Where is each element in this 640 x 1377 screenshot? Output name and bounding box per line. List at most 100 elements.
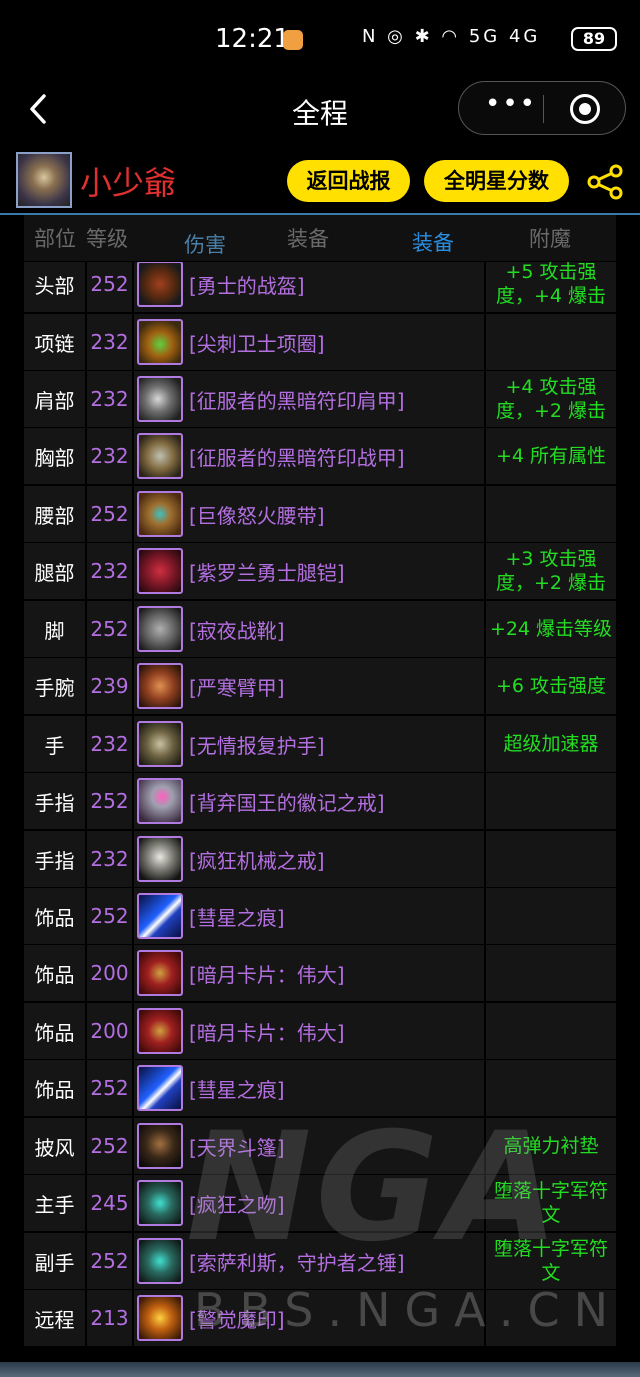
- item-cell: [疯狂机械之戒]: [134, 831, 484, 887]
- allstar-score-button[interactable]: 全明星分数: [424, 160, 569, 202]
- item-cell: [征服者的黑暗符印肩甲]: [134, 371, 484, 427]
- back-to-report-button[interactable]: 返回战报: [287, 160, 410, 202]
- item-name-link[interactable]: [暗月卡片：伟大]: [189, 959, 345, 988]
- item-cell: [彗星之痕]: [134, 888, 484, 944]
- item-level: 232: [87, 314, 132, 370]
- item-name-link[interactable]: [征服者的黑暗符印肩甲]: [189, 385, 405, 414]
- darkmoon-card-icon: [137, 1008, 183, 1054]
- item-level: 252: [87, 262, 132, 312]
- table-row[interactable]: 副手 252 [索萨利斯，守护者之锤] 堕落十字军符文: [24, 1233, 616, 1289]
- table-row[interactable]: 腰部 252 [巨像怒火腰带]: [24, 486, 616, 542]
- item-level: 245: [87, 1175, 132, 1231]
- header-enchant: 附魔: [529, 227, 571, 251]
- share-icon[interactable]: [586, 164, 624, 200]
- enchant-text: [486, 888, 616, 944]
- item-name-link[interactable]: [暗月卡片：伟大]: [189, 1017, 345, 1046]
- item-cell: [严寒臂甲]: [134, 658, 484, 714]
- table-row[interactable]: 手 232 [无情报复护手] 超级加速器: [24, 716, 616, 772]
- item-level: 200: [87, 1003, 132, 1059]
- player-name: 小少爺: [80, 164, 177, 202]
- table-row[interactable]: 饰品 200 [暗月卡片：伟大]: [24, 945, 616, 1001]
- item-name-link[interactable]: [彗星之痕]: [189, 1074, 285, 1103]
- item-name-link[interactable]: [征服者的黑暗符印战甲]: [189, 442, 405, 471]
- slot-label: 饰品: [24, 888, 85, 944]
- table-row[interactable]: 头部 252 [勇士的战盔] +5 攻击强度，+4 爆击: [24, 262, 616, 312]
- item-name-link[interactable]: [无情报复护手]: [189, 730, 325, 759]
- more-menu-icon[interactable]: •••: [481, 91, 541, 120]
- item-name-link[interactable]: [巨像怒火腰带]: [189, 500, 325, 529]
- item-name-link[interactable]: [索萨利斯，守护者之锤]: [189, 1247, 405, 1276]
- item-level: 252: [87, 888, 132, 944]
- item-name-link[interactable]: [天界斗篷]: [189, 1132, 285, 1161]
- slot-label: 饰品: [24, 1003, 85, 1059]
- item-cell: [尖刺卫士项圈]: [134, 314, 484, 370]
- enchant-text: +6 攻击强度: [486, 658, 616, 714]
- ring-icon: [137, 836, 183, 882]
- item-name-link[interactable]: [疯狂之吻]: [189, 1189, 285, 1218]
- table-row[interactable]: 手腕 239 [严寒臂甲] +6 攻击强度: [24, 658, 616, 714]
- necklace-icon: [137, 319, 183, 365]
- header-slot: 部位: [34, 227, 76, 251]
- table-row[interactable]: 饰品 252 [彗星之痕]: [24, 1060, 616, 1116]
- item-cell: [紫罗兰勇士腿铠]: [134, 543, 484, 599]
- slot-label: 手: [24, 716, 85, 772]
- slot-label: 手腕: [24, 658, 85, 714]
- table-row[interactable]: 主手 245 [疯狂之吻] 堕落十字军符文: [24, 1175, 616, 1231]
- header-level: 等级: [86, 227, 128, 251]
- table-row[interactable]: 肩部 232 [征服者的黑暗符印肩甲] +4 攻击强度，+2 爆击: [24, 371, 616, 427]
- table-row[interactable]: 胸部 232 [征服者的黑暗符印战甲] +4 所有属性: [24, 428, 616, 484]
- table-header: 部位 等级 伤害 装备 装备 附魔: [24, 215, 616, 261]
- close-miniprogram-icon[interactable]: [570, 94, 600, 124]
- table-row[interactable]: 披风 252 [天界斗篷] 高弹力衬垫: [24, 1118, 616, 1174]
- tab-gear-active[interactable]: 装备: [412, 227, 454, 257]
- table-row[interactable]: 手指 232 [疯狂机械之戒]: [24, 831, 616, 887]
- slot-label: 项链: [24, 314, 85, 370]
- item-level: 232: [87, 543, 132, 599]
- item-name-link[interactable]: [彗星之痕]: [189, 902, 285, 931]
- item-level: 252: [87, 601, 132, 657]
- item-level: 232: [87, 371, 132, 427]
- enchant-text: [486, 314, 616, 370]
- signal-icons: N ◎ ✱ ◠ 5G 4G: [362, 26, 541, 47]
- enchant-text: [486, 945, 616, 1001]
- table-row[interactable]: 远程 213 [警觉魔印]: [24, 1290, 616, 1346]
- enchant-text: 堕落十字军符文: [486, 1175, 616, 1231]
- item-name-link[interactable]: [疯狂机械之戒]: [189, 845, 325, 874]
- enchant-text: [486, 773, 616, 829]
- item-name-link[interactable]: [警觉魔印]: [189, 1304, 285, 1333]
- item-name-link[interactable]: [紫罗兰勇士腿铠]: [189, 557, 345, 586]
- item-name-link[interactable]: [勇士的战盔]: [189, 270, 305, 299]
- helm-icon: [137, 262, 183, 307]
- offhand-icon: [137, 1238, 183, 1284]
- enchant-text: 堕落十字军符文: [486, 1233, 616, 1289]
- comet-trinket-icon: [137, 1065, 183, 1111]
- item-name-link[interactable]: [背弃国王的徽记之戒]: [189, 787, 385, 816]
- slot-label: 副手: [24, 1233, 85, 1289]
- enchant-text: +3 攻击强度，+2 爆击: [486, 543, 616, 599]
- item-name-link[interactable]: [严寒臂甲]: [189, 672, 285, 701]
- slot-label: 腰部: [24, 486, 85, 542]
- item-level: 252: [87, 773, 132, 829]
- enchant-text: +24 爆击等级: [486, 601, 616, 657]
- gloves-icon: [137, 721, 183, 767]
- slot-label: 手指: [24, 831, 85, 887]
- table-row[interactable]: 腿部 232 [紫罗兰勇士腿铠] +3 攻击强度，+2 爆击: [24, 543, 616, 599]
- item-name-link[interactable]: [寂夜战靴]: [189, 615, 285, 644]
- tab-damage[interactable]: 伤害: [184, 229, 226, 259]
- slot-label: 头部: [24, 262, 85, 312]
- table-row[interactable]: 手指 252 [背弃国王的徽记之戒]: [24, 773, 616, 829]
- item-name-link[interactable]: [尖刺卫士项圈]: [189, 328, 325, 357]
- item-level: 252: [87, 1118, 132, 1174]
- mainhand-icon: [137, 1180, 183, 1226]
- slot-label: 胸部: [24, 428, 85, 484]
- item-cell: [征服者的黑暗符印战甲]: [134, 428, 484, 484]
- item-level: 252: [87, 486, 132, 542]
- item-level: 252: [87, 1233, 132, 1289]
- capsule-divider: [543, 95, 544, 123]
- miniprogram-capsule: •••: [458, 81, 626, 135]
- table-row[interactable]: 脚 252 [寂夜战靴] +24 爆击等级: [24, 601, 616, 657]
- table-row[interactable]: 饰品 252 [彗星之痕]: [24, 888, 616, 944]
- tab-gear-left[interactable]: 装备: [287, 223, 329, 253]
- table-row[interactable]: 饰品 200 [暗月卡片：伟大]: [24, 1003, 616, 1059]
- table-row[interactable]: 项链 232 [尖刺卫士项圈]: [24, 314, 616, 370]
